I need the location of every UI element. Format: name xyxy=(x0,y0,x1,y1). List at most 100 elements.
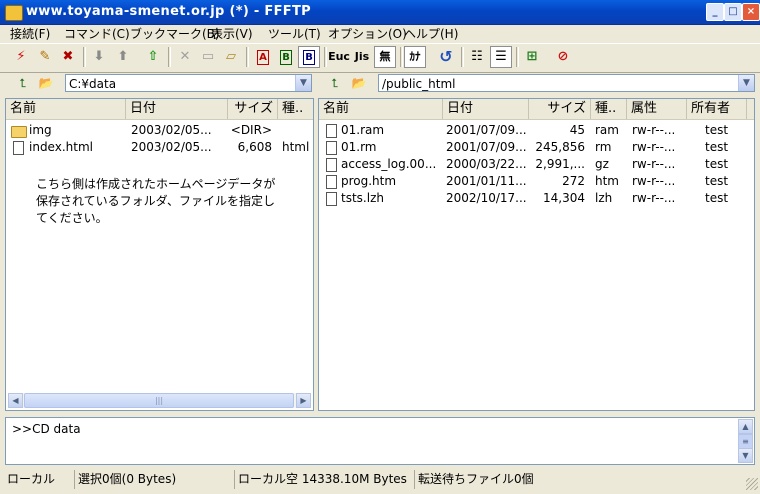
delete-icon[interactable]: ✕ xyxy=(174,46,196,68)
remote-col-name[interactable]: 名前 xyxy=(319,99,443,119)
scroll-right-icon[interactable]: ▶ xyxy=(296,393,311,408)
menu-view[interactable]: 表示(V) xyxy=(211,25,253,42)
binary-mode-button[interactable]: B xyxy=(275,46,297,68)
local-row-index[interactable]: index.html 2003/02/05... 6,608 html xyxy=(6,139,311,156)
scroll-thumb[interactable]: ≡ xyxy=(738,434,753,449)
local-col-type[interactable]: 種.. xyxy=(278,99,313,119)
status-mode: ローカル xyxy=(7,472,56,486)
file-date: 2002/10/17... xyxy=(446,191,527,205)
file-attr: rw-r--... xyxy=(632,174,676,188)
file-type: ram xyxy=(595,123,619,137)
remote-col-attr[interactable]: 属性 xyxy=(627,99,687,119)
remote-col-type[interactable]: 種.. xyxy=(591,99,627,119)
minimize-button[interactable]: _ xyxy=(706,3,724,21)
file-icon xyxy=(326,175,337,189)
download-icon[interactable]: ⬇ xyxy=(88,46,110,68)
local-row-img[interactable]: img 2003/02/05... <DIR> xyxy=(6,122,311,139)
detail-view-icon[interactable]: ☰ xyxy=(490,46,512,68)
status-bar: ローカル 選択0個(0 Bytes) ローカル空 14338.10M Bytes… xyxy=(0,468,760,492)
local-path-bar: ⮤ 📂 C:¥data ▼ xyxy=(0,72,316,96)
local-path-combo[interactable]: C:¥data ▼ xyxy=(65,74,312,92)
file-attr: rw-r--... xyxy=(632,191,676,205)
ascii-mode-button[interactable]: A xyxy=(252,46,274,68)
remote-row-01ram[interactable]: 01.ram 2001/07/09... 45 ram rw-r--... te… xyxy=(319,122,754,139)
window-title: www.toyama-smenet.or.jp (*) - FFFTP xyxy=(26,4,311,19)
status-free-space: ローカル空 14338.10M Bytes xyxy=(234,470,412,489)
remote-row-tsts[interactable]: tsts.lzh 2002/10/17... 14,304 lzh rw-r--… xyxy=(319,190,754,207)
new-folder-icon[interactable]: ▱ xyxy=(220,46,242,68)
refresh-icon[interactable]: ↺ xyxy=(435,46,457,68)
file-name: prog.htm xyxy=(341,174,397,188)
remote-row-01rm[interactable]: 01.rm 2001/07/09... 245,856 rm rw-r--...… xyxy=(319,139,754,156)
menu-bookmark[interactable]: ブックマーク(B) xyxy=(130,25,220,42)
file-size: 272 xyxy=(562,174,585,188)
file-type: htm xyxy=(595,174,619,188)
local-file-list[interactable]: 名前 日付 サイズ 種.. img 2003/02/05... <DIR> in… xyxy=(5,98,314,411)
local-col-name[interactable]: 名前 xyxy=(6,99,126,119)
remote-row-accesslog[interactable]: access_log.00... 2000/03/22... 2,991,...… xyxy=(319,156,754,173)
jis-kanji-button[interactable]: Jis xyxy=(351,46,373,68)
file-size: 6,608 xyxy=(237,140,272,154)
no-kanji-conversion-button[interactable]: 無 xyxy=(374,46,396,68)
kana-conversion-button[interactable]: ｶﾅ xyxy=(404,46,426,68)
local-horizontal-scrollbar[interactable]: ◀ ||| ▶ xyxy=(8,393,311,408)
remote-path-text: /public_html xyxy=(382,77,456,91)
command-log[interactable]: >>CD data ▲ ≡ ▼ xyxy=(5,417,755,465)
auto-mode-button[interactable]: B xyxy=(298,46,320,68)
disconnect-icon[interactable]: ✖ xyxy=(57,46,79,68)
quick-connect-icon[interactable]: ✎ xyxy=(34,46,56,68)
menu-bar: 接続(F) コマンド(C) ブックマーク(B) 表示(V) ツール(T) オプシ… xyxy=(0,24,760,42)
toolbar: ⚡ ✎ ✖ ⬇ ⬆ ⇧ ✕ ▭ ▱ A B B Euc Jis 無 ｶﾅ ↺ ☷… xyxy=(0,43,760,73)
remote-up-folder-icon[interactable]: ⮤ xyxy=(326,75,344,91)
mirror-upload-icon[interactable]: ⇧ xyxy=(142,46,164,68)
remote-col-date[interactable]: 日付 xyxy=(443,99,529,119)
menu-options[interactable]: オプション(O) xyxy=(328,25,407,42)
close-button[interactable]: × xyxy=(742,3,760,21)
file-date: 2000/03/22... xyxy=(446,157,527,171)
file-name: 01.ram xyxy=(341,123,385,137)
chevron-down-icon[interactable]: ▼ xyxy=(295,75,311,91)
local-up-folder-icon[interactable]: ⮤ xyxy=(14,75,32,91)
remote-col-size[interactable]: サイズ xyxy=(529,99,591,119)
file-date: 2001/07/09... xyxy=(446,140,527,154)
file-size: 2,991,... xyxy=(535,157,585,171)
scroll-up-icon[interactable]: ▲ xyxy=(738,419,753,434)
euc-kanji-button[interactable]: Euc xyxy=(328,46,350,68)
file-icon xyxy=(326,141,337,155)
scroll-down-icon[interactable]: ▼ xyxy=(738,448,753,463)
maximize-button[interactable]: □ xyxy=(724,3,742,21)
file-attr: rw-r--... xyxy=(632,157,676,171)
rename-icon[interactable]: ▭ xyxy=(197,46,219,68)
local-column-header: 名前 日付 サイズ 種.. xyxy=(6,99,313,120)
connect-icon[interactable]: ⚡ xyxy=(10,46,32,68)
remote-col-owner[interactable]: 所有者 xyxy=(687,99,747,119)
abort-icon[interactable]: ⊘ xyxy=(552,46,574,68)
status-selection: 選択0個(0 Bytes) xyxy=(74,470,232,489)
menu-connect[interactable]: 接続(F) xyxy=(10,25,50,42)
file-owner: test xyxy=(705,157,729,171)
local-col-size[interactable]: サイズ xyxy=(228,99,278,119)
upload-icon[interactable]: ⬆ xyxy=(112,46,134,68)
scroll-thumb[interactable]: ||| xyxy=(24,393,294,408)
resize-grip-icon[interactable] xyxy=(746,478,758,490)
file-owner: test xyxy=(705,140,729,154)
remote-row-prog[interactable]: prog.htm 2001/01/11... 272 htm rw-r--...… xyxy=(319,173,754,190)
list-view-icon[interactable]: ☷ xyxy=(466,46,488,68)
remote-file-list[interactable]: 名前 日付 サイズ 種.. 属性 所有者 01.ram 2001/07/09..… xyxy=(318,98,755,411)
menu-help[interactable]: ヘルプ(H) xyxy=(404,25,458,42)
remote-open-folder-icon[interactable]: 📂 xyxy=(350,75,368,91)
sync-folder-icon[interactable]: ⊞ xyxy=(521,46,543,68)
scroll-left-icon[interactable]: ◀ xyxy=(8,393,23,408)
file-size: 245,856 xyxy=(535,140,585,154)
file-type: html xyxy=(282,140,310,154)
menu-tools[interactable]: ツール(T) xyxy=(268,25,321,42)
remote-path-combo[interactable]: /public_html ▼ xyxy=(378,74,755,92)
local-open-folder-icon[interactable]: 📂 xyxy=(37,75,55,91)
file-date: 2003/02/05... xyxy=(131,123,212,137)
local-col-date[interactable]: 日付 xyxy=(126,99,228,119)
menu-command[interactable]: コマンド(C) xyxy=(64,25,130,42)
folder-icon xyxy=(11,126,27,138)
file-date: 2003/02/05... xyxy=(131,140,212,154)
file-icon xyxy=(13,141,24,155)
chevron-down-icon[interactable]: ▼ xyxy=(738,75,754,91)
